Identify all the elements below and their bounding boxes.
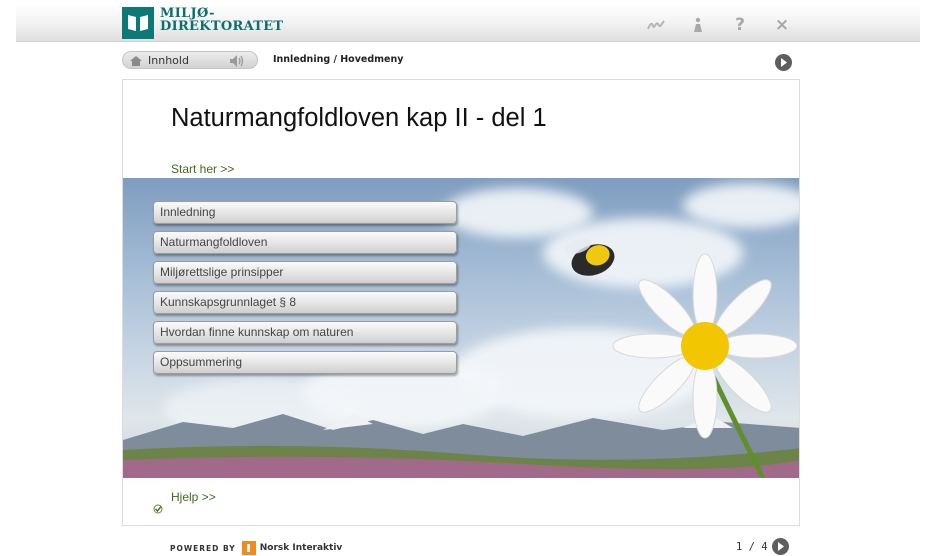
checkmark-icon [153, 504, 163, 517]
contents-button[interactable]: Innhold [122, 51, 258, 69]
norsk-interaktiv-logo-icon [241, 541, 256, 555]
next-arrow-icon[interactable] [775, 54, 792, 71]
menu-item-innledning[interactable]: Innledning [153, 201, 457, 224]
content-frame: Naturmangfoldloven kap II - del 1 Start … [122, 79, 800, 526]
info-icon[interactable] [684, 13, 712, 37]
menu-item-hvordan-finne-kunnskap[interactable]: Hvordan finne kunnskap om naturen [153, 321, 457, 344]
logo-wordmark: MILJØ- DIREKTORATET [160, 7, 283, 33]
page-title: Naturmangfoldloven kap II - del 1 [171, 104, 547, 132]
start-here-link[interactable]: Start her >> [171, 162, 234, 176]
menu-item-miljorettslige-prinsipper[interactable]: Miljørettslige prinsipper [153, 261, 457, 284]
next-page-arrow-icon[interactable] [772, 538, 789, 555]
close-icon[interactable]: × [768, 13, 796, 37]
sign-icon[interactable] [642, 13, 670, 37]
logo-line-2: DIREKTORATET [160, 19, 284, 34]
help-icon[interactable]: ? [726, 13, 754, 37]
vendor-name: Norsk Interaktiv [259, 543, 343, 553]
miljodirektoratet-logo: MILJØ- DIREKTORATET [122, 7, 283, 39]
page-indicator: 1 / 4 [736, 541, 768, 553]
chapter-menu: Innledning Naturmangfoldloven Miljøretts… [153, 201, 457, 381]
menu-item-oppsummering[interactable]: Oppsummering [153, 351, 457, 374]
breadcrumb: Innledning / Hovedmeny [273, 54, 404, 65]
header-toolbar: ? × [628, 13, 796, 37]
logo-mark-icon [122, 7, 154, 39]
home-icon [130, 51, 142, 70]
help-link[interactable]: Hjelp >> [171, 490, 216, 504]
powered-by-badge: POWERED BY Norsk Interaktiv [170, 541, 342, 555]
menu-item-kunnskapsgrunnlaget[interactable]: Kunnskapsgrunnlaget § 8 [153, 291, 457, 314]
menu-item-naturmangfoldloven[interactable]: Naturmangfoldloven [153, 231, 457, 254]
contents-label: Innhold [148, 53, 189, 67]
speaker-icon[interactable] [229, 53, 247, 72]
powered-by-label: POWERED BY [170, 543, 236, 553]
